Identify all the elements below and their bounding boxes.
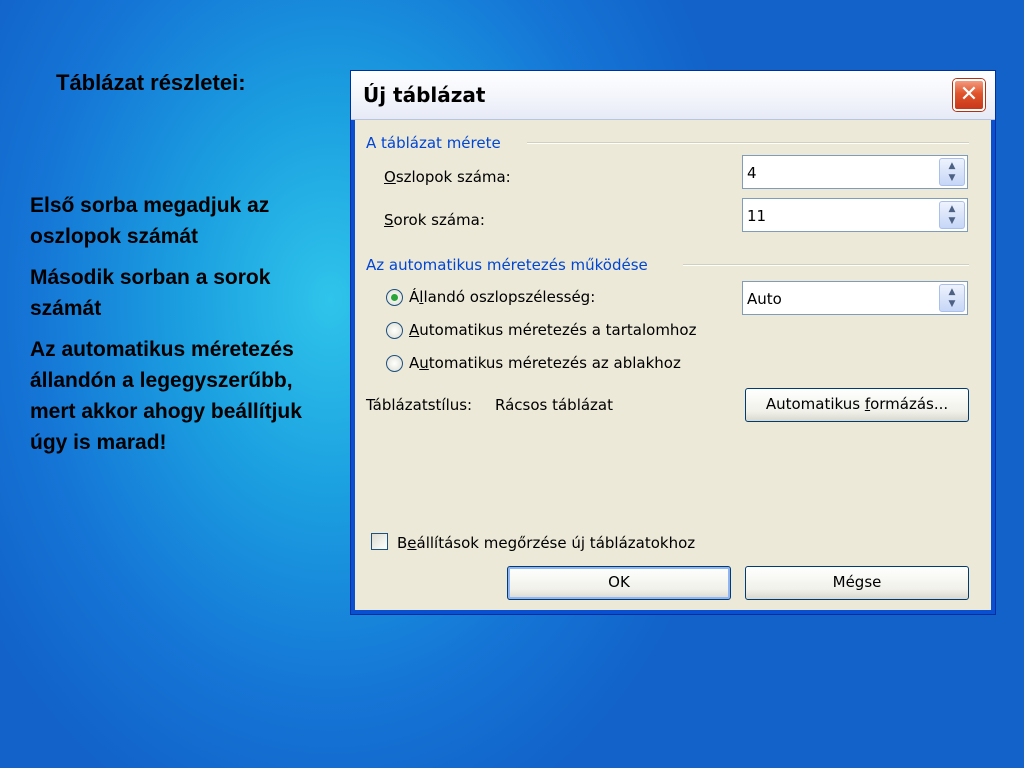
group-divider [527,142,969,144]
table-size-group-label: A táblázat mérete [366,134,501,152]
note-rows: Második sorban a sorok számát [30,266,271,320]
slide-title: Táblázat részletei: [56,70,246,95]
table-style-label: Táblázatstílus: [366,396,473,414]
note-columns: Első sorba megadjuk az oszlopok számát [30,194,270,248]
radio-fixed-width[interactable]: Állandó oszlopszélesség: [386,288,595,306]
columns-value: 4 [747,164,757,182]
dialog-title: Új táblázat [363,83,486,107]
new-table-dialog: Új táblázat ✕ A táblázat mérete Oszlopok… [350,70,996,615]
group-divider [683,264,969,266]
autofit-group-label: Az automatikus méretezés működése [366,256,648,274]
radio-autofit-window-button[interactable] [386,354,403,372]
dialog-body: A táblázat mérete Oszlopok száma: 4 ▲ ▼ S… [355,120,991,610]
rows-value: 11 [747,207,767,225]
cancel-button[interactable]: Mégse [745,566,969,600]
ok-button[interactable]: OK [507,566,731,600]
radio-autofit-contents-label: Automatikus méretezés a tartalomhoz [409,321,697,339]
radio-autofit-contents-button[interactable] [386,321,403,339]
spin-arrows-icon[interactable]: ▲ ▼ [939,284,965,312]
close-button[interactable]: ✕ [953,79,985,111]
spin-arrows-icon[interactable]: ▲ ▼ [939,158,965,186]
autoformat-button[interactable]: Automatikus formázás... [745,388,969,422]
radio-autofit-contents[interactable]: Automatikus méretezés a tartalomhoz [386,321,697,339]
remember-settings-checkbox[interactable] [371,533,388,550]
radio-autofit-window[interactable]: Automatikus méretezés az ablakhoz [386,354,681,372]
radio-fixed-width-label: Állandó oszlopszélesség: [409,288,596,306]
fixed-width-stepper[interactable]: Auto ▲ ▼ [742,281,968,315]
table-style-value: Rácsos táblázat [495,396,614,414]
columns-label: Oszlopok száma: [384,168,511,186]
radio-autofit-window-label: Automatikus méretezés az ablakhoz [409,354,681,372]
close-icon: ✕ [959,82,979,107]
dialog-titlebar[interactable]: Új táblázat ✕ [351,71,995,120]
remember-settings-label: Beállítások megőrzése új táblázatokhoz [397,534,696,552]
columns-stepper[interactable]: 4 ▲ ▼ [742,155,968,189]
fixed-width-value: Auto [747,290,782,308]
rows-label: Sorok száma: [384,211,485,229]
radio-fixed-width-button[interactable] [386,288,403,306]
rows-stepper[interactable]: 11 ▲ ▼ [742,198,968,232]
slide-notes: Első sorba megadjuk az oszlopok számát M… [30,190,320,468]
note-autofit: Az automatikus méretezés állandón a lege… [30,338,302,454]
spin-arrows-icon[interactable]: ▲ ▼ [939,201,965,229]
